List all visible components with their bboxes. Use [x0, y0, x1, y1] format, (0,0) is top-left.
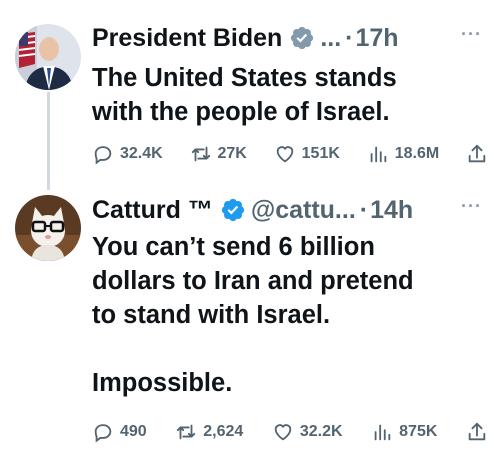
like-button[interactable]: 32.2K: [272, 421, 343, 443]
share-button[interactable]: [466, 421, 488, 443]
thread-line: [47, 92, 50, 190]
author-name[interactable]: President Biden: [92, 24, 282, 53]
more-options-icon[interactable]: ···: [461, 196, 482, 217]
cat-portrait: [15, 195, 81, 261]
share-icon: [468, 422, 486, 441]
verified-badge-icon: [220, 197, 246, 223]
tweet-text: The United States stands with the people…: [92, 64, 397, 126]
reply-button[interactable]: 490: [92, 421, 147, 443]
views-button[interactable]: 875K: [371, 421, 437, 443]
tweet-header: President Biden ... · 17h: [92, 21, 399, 55]
avatar-catturd[interactable]: [15, 195, 81, 261]
reply-button[interactable]: 32.4K: [92, 143, 163, 165]
views-count: 875K: [399, 423, 438, 440]
repost-icon: [191, 146, 210, 162]
author-handle[interactable]: ...: [320, 24, 341, 53]
repost-button[interactable]: 27K: [190, 143, 247, 165]
tweet-actions: 490 2,624 32.2K 875K: [92, 417, 488, 447]
views-icon: [374, 424, 391, 441]
reply-icon: [94, 146, 112, 165]
like-icon: [276, 146, 293, 163]
views-icon: [370, 146, 386, 163]
like-icon: [274, 424, 292, 441]
like-count: 32.2K: [299, 423, 343, 440]
views-button[interactable]: 18.6M: [367, 143, 439, 165]
repost-icon: [177, 424, 196, 440]
timestamp[interactable]: 14h: [370, 196, 413, 225]
share-button[interactable]: [466, 143, 488, 165]
reply-count: 490: [120, 423, 147, 440]
avatar-president-biden[interactable]: [15, 24, 81, 90]
more-options-icon[interactable]: ···: [461, 24, 482, 45]
like-button[interactable]: 151K: [274, 143, 340, 165]
verified-badge-icon: [289, 25, 315, 51]
reply-count: 32.4K: [120, 145, 163, 162]
separator-dot: ·: [359, 195, 369, 224]
share-icon: [468, 144, 486, 163]
author-name[interactable]: Catturd ™: [92, 196, 213, 225]
author-handle[interactable]: @cattu...: [251, 196, 356, 225]
separator-dot: ·: [345, 23, 354, 52]
views-count: 18.6M: [394, 145, 440, 162]
tweet-header: Catturd ™ @cattu... · 14h: [92, 193, 413, 227]
repost-count: 2,624: [203, 423, 244, 440]
repost-count: 27K: [217, 145, 247, 162]
tweet-text: You can’t send 6 billion dollars to Iran…: [92, 233, 414, 397]
tweet-actions: 32.4K 27K 151K 18.6M: [92, 139, 488, 169]
timestamp[interactable]: 17h: [356, 24, 399, 53]
reply-icon: [94, 424, 112, 443]
biden-portrait: [15, 24, 81, 90]
repost-button[interactable]: 2,624: [175, 421, 243, 443]
like-count: 151K: [301, 145, 340, 162]
